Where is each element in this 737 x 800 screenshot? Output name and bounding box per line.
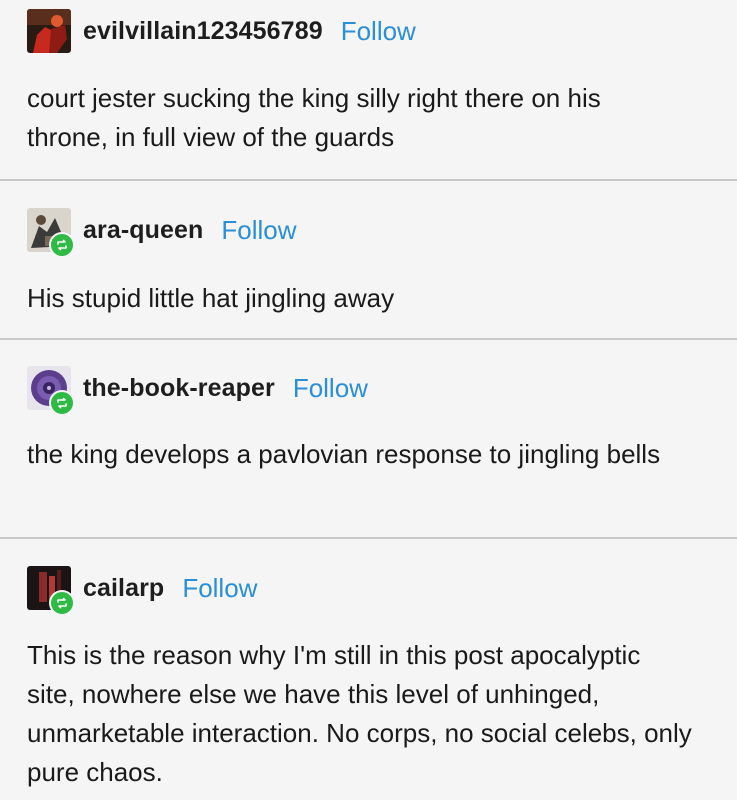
username[interactable]: the-book-reaper — [83, 374, 275, 403]
username[interactable]: ara-queen — [83, 216, 203, 245]
reblog-icon — [49, 590, 75, 616]
avatar[interactable] — [27, 366, 75, 416]
username[interactable]: evilvillain123456789 — [83, 17, 323, 46]
post-text: court jester sucking the king silly righ… — [27, 83, 601, 152]
avatar[interactable] — [27, 566, 75, 616]
follow-button[interactable]: Follow — [182, 573, 257, 604]
username[interactable]: cailarp — [83, 574, 164, 603]
follow-button[interactable]: Follow — [341, 16, 416, 47]
post-header: evilvillain123456789 Follow — [27, 6, 416, 56]
divider — [0, 537, 737, 539]
post-text: His stupid little hat jingling away — [27, 283, 395, 313]
post-header: the-book-reaper Follow — [27, 363, 368, 416]
reblog-icon — [49, 232, 75, 258]
post-text: This is the reason why I'm still in this… — [27, 640, 692, 787]
divider — [0, 179, 737, 181]
reblog-icon — [49, 390, 75, 416]
follow-button[interactable]: Follow — [221, 215, 296, 246]
red-figure-avatar-icon — [27, 9, 71, 53]
follow-button[interactable]: Follow — [293, 373, 368, 404]
avatar[interactable] — [27, 208, 75, 258]
post-text: the king develops a pavlovian response t… — [27, 439, 661, 469]
post-header: ara-queen Follow — [27, 205, 297, 258]
reblog-thread: evilvillain123456789 Follow court jester… — [0, 0, 737, 800]
avatar[interactable] — [27, 9, 71, 53]
post-header: cailarp Follow — [27, 563, 257, 616]
divider — [0, 338, 737, 340]
